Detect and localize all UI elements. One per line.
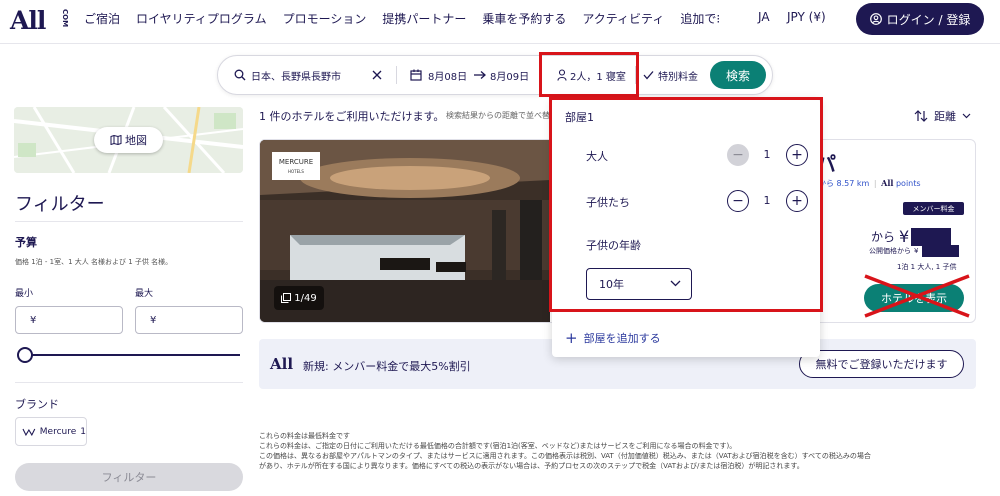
login-button[interactable]: ログイン / 登録 (856, 3, 984, 35)
max-price-label: 最大 (135, 289, 154, 299)
header: All COM ご宿泊 ロイヤリティプログラム プロモーション 提携パートナー … (0, 0, 1000, 44)
arrow-right-icon (474, 71, 486, 79)
plus-icon: + (565, 329, 578, 347)
annotation-highlight-guests (539, 52, 639, 97)
destination-value: 日本、長野県長野市 (251, 71, 341, 83)
promo-text: 新規: メンバー料金で最大5%割引 (303, 360, 471, 373)
map-label: 地図 (125, 134, 147, 147)
price-slider-handle[interactable] (17, 347, 33, 363)
member-price: から ¥ (871, 227, 952, 246)
special-rate-toggle[interactable]: 特別料金 (643, 56, 698, 94)
checkout-value: 8月09日 (490, 71, 530, 83)
max-price-input[interactable]: ¥ (135, 306, 243, 334)
member-rate-badge: メンバー料金 (903, 202, 964, 215)
nav-item-activities[interactable]: アクティビティ (582, 10, 664, 27)
currency-symbol: ¥ (150, 314, 157, 326)
sort-label: 距離 (934, 110, 956, 123)
nav-item-stay[interactable]: ご宿泊 (84, 10, 120, 27)
all-logo: All (881, 178, 894, 188)
currency-selector[interactable]: JPY (¥) (787, 10, 826, 24)
nav-item-rides[interactable]: 乗車を予約する (482, 10, 566, 27)
search-icon (234, 69, 246, 81)
calendar-icon (410, 69, 422, 81)
sort-icon (914, 110, 928, 122)
annotation-highlight-dropdown (549, 97, 823, 312)
image-counter[interactable]: 1/49 (274, 286, 324, 310)
filter-title: フィルター (15, 194, 105, 215)
budget-description: 価格 1泊 - 1室、1 大人 名様および 1 子供 名様。 (15, 258, 173, 266)
nav-item-more[interactable]: 追加で⁝ (680, 10, 720, 27)
currency-symbol: ¥ (30, 314, 37, 326)
min-price-input[interactable]: ¥ (15, 306, 123, 334)
brand-name: Mercure (39, 426, 77, 437)
map-icon (110, 135, 122, 145)
hotel-photo[interactable]: MERCURE HOTELS 1/49 (260, 140, 550, 322)
login-label: ログイン / 登録 (886, 12, 971, 27)
divider (15, 221, 243, 222)
language-selector[interactable]: JA (758, 10, 770, 24)
special-rate-label: 特別料金 (658, 71, 698, 83)
register-free-button[interactable]: 無料でご登録いただけます (799, 350, 964, 378)
divider (15, 382, 243, 383)
nav-item-partners[interactable]: 提携パートナー (382, 10, 466, 27)
main-nav: ご宿泊 ロイヤリティプログラム プロモーション 提携パートナー 乗車を予約する … (84, 10, 736, 27)
checkout-date[interactable]: 8月09日 (473, 56, 529, 94)
brand-count: 1 (80, 426, 86, 437)
brand-title: ブランド (15, 398, 59, 411)
show-map-button[interactable]: 地図 (94, 127, 163, 153)
checkin-value: 8月08日 (428, 71, 468, 83)
nav-item-loyalty[interactable]: ロイヤリティプログラム (136, 10, 267, 27)
add-room-button[interactable]: + 部屋を追加する (565, 329, 661, 347)
redacted-price (922, 245, 960, 257)
map-thumbnail[interactable]: 地図 (14, 107, 243, 173)
mercure-icon (22, 428, 36, 436)
all-logo: All (270, 355, 294, 373)
search-bar: 日本、長野県長野市 8月08日 8月09日 2人，1 寝室 特別料金 検索 (217, 55, 773, 95)
nav-item-promotions[interactable]: プロモーション (283, 10, 367, 27)
separator (396, 66, 397, 84)
search-button[interactable]: 検索 (710, 61, 766, 89)
destination-field[interactable]: 日本、長野県長野市 (234, 56, 341, 94)
annotation-cross-mark (864, 274, 970, 318)
hotel-distance: から 8.57 km | All points (818, 178, 921, 188)
result-count: 1 件のホテルをご利用いただけます。 (259, 110, 445, 123)
sort-dropdown[interactable]: 距離 (914, 108, 971, 124)
mercure-brand-logo: MERCURE HOTELS (272, 152, 320, 180)
chevron-down-icon (962, 113, 971, 119)
price-footnote: これらの料金は最低料金です これらの料金は、ご指定の日付にご利用いただける最低価… (259, 432, 871, 470)
min-price-label: 最小 (15, 289, 34, 299)
price-slider-track[interactable] (18, 354, 240, 356)
all-logo[interactable]: All COM (10, 6, 72, 36)
check-icon (643, 71, 654, 80)
user-icon (869, 13, 882, 25)
checkin-date[interactable]: 8月08日 (410, 56, 467, 94)
budget-title: 予算 (15, 236, 37, 249)
gallery-icon (281, 293, 292, 303)
apply-filter-button[interactable]: フィルター (15, 463, 243, 491)
public-price: 公開価格から ¥ (869, 245, 960, 257)
close-icon (372, 70, 382, 80)
redacted-price (911, 227, 952, 246)
sort-note: 検索結果からの距離で並べ替 (446, 111, 550, 120)
brand-filter-mercure[interactable]: Mercure 1 (15, 417, 87, 446)
clear-destination-button[interactable] (372, 56, 382, 94)
